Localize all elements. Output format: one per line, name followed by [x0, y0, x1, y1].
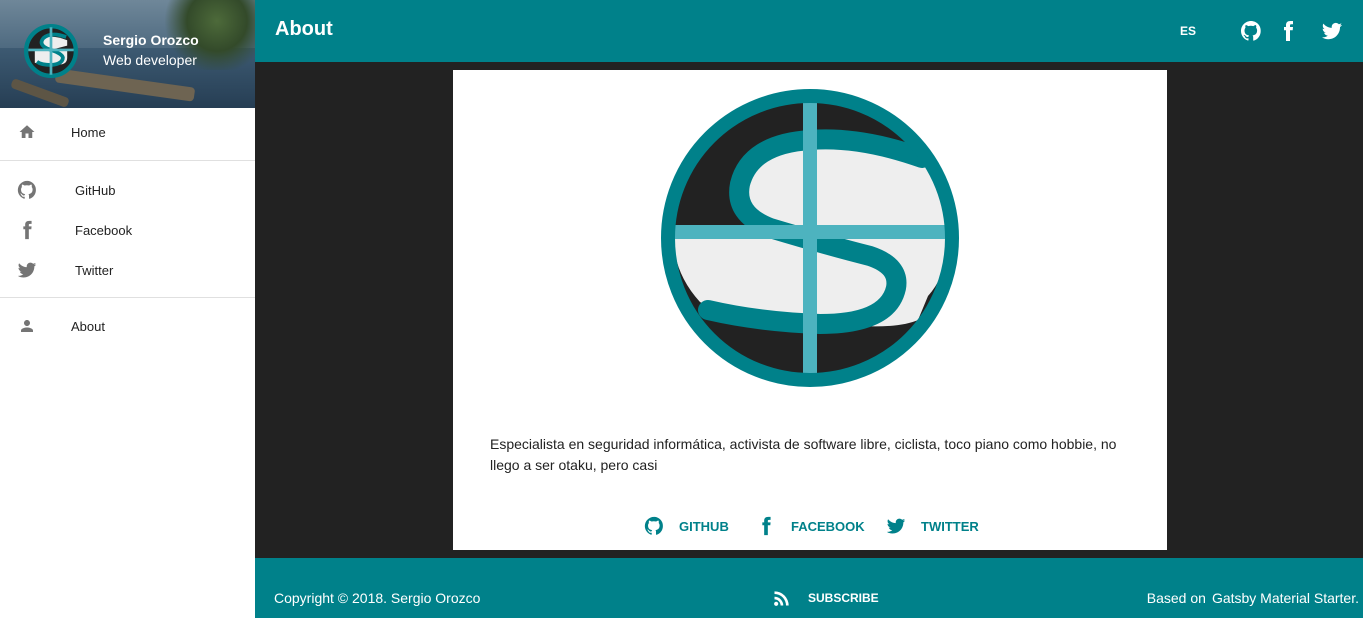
- bio-text: Especialista en seguridad informática, a…: [490, 436, 1117, 473]
- twitter-icon[interactable]: [1320, 19, 1344, 43]
- facebook-icon[interactable]: [1276, 19, 1300, 43]
- page-title: About: [275, 18, 333, 40]
- sidebar-item-github[interactable]: GitHub: [0, 170, 255, 210]
- about-card: Especialista en seguridad informática, a…: [453, 70, 1167, 550]
- copyright-text: Copyright © 2018. Sergio Orozco: [274, 590, 481, 606]
- person-icon: [16, 315, 38, 337]
- facebook-icon: [16, 219, 38, 241]
- social-links: GITHUB FACEBOOK TWITTER: [453, 514, 1167, 538]
- sidebar: Sergio Orozco Web developer Home GitHub …: [0, 0, 255, 618]
- top-app-bar: About ES: [255, 0, 1363, 62]
- home-icon: [16, 121, 38, 143]
- sidebar-item-label: About: [71, 318, 105, 334]
- sidebar-item-label: Facebook: [75, 222, 133, 238]
- github-icon[interactable]: [1239, 19, 1263, 43]
- facebook-link[interactable]: FACEBOOK: [755, 514, 865, 538]
- sidebar-divider: [0, 297, 255, 298]
- facebook-link-label: FACEBOOK: [791, 518, 865, 534]
- sidebar-item-facebook[interactable]: Facebook: [0, 210, 255, 250]
- twitter-icon: [16, 259, 38, 281]
- rss-icon: [774, 591, 789, 606]
- sidebar-item-home[interactable]: Home: [0, 112, 255, 152]
- based-on-prefix: Based on: [1146, 590, 1206, 606]
- sidebar-item-label: Home: [71, 124, 106, 140]
- language-toggle[interactable]: ES: [1180, 24, 1196, 38]
- github-icon: [16, 179, 38, 201]
- footer: Copyright © 2018. Sergio Orozco SUBSCRIB…: [255, 558, 1363, 618]
- subscribe-label: SUBSCRIBE: [808, 591, 879, 605]
- gatsby-material-starter-link[interactable]: Gatsby Material Starter.: [1212, 590, 1359, 606]
- facebook-icon: [762, 516, 771, 536]
- sidebar-divider: [0, 160, 255, 161]
- twitter-icon: [886, 518, 906, 534]
- sidebar-item-about[interactable]: About: [0, 306, 255, 346]
- github-link[interactable]: GITHUB: [643, 514, 729, 538]
- sidebar-item-label: GitHub: [75, 182, 116, 198]
- based-on-text: Based on Gatsby Material Starter.: [1147, 590, 1359, 606]
- sidebar-header: Sergio Orozco Web developer: [0, 0, 255, 108]
- profile-role: Web developer: [103, 52, 197, 68]
- subscribe-button[interactable]: SUBSCRIBE: [772, 588, 879, 608]
- avatar[interactable]: [24, 24, 78, 78]
- s-logo-icon: [661, 89, 959, 387]
- sidebar-item-twitter[interactable]: Twitter: [0, 250, 255, 290]
- sidebar-item-label: Twitter: [75, 262, 114, 278]
- github-link-label: GITHUB: [679, 518, 729, 534]
- twitter-link[interactable]: TWITTER: [885, 514, 979, 538]
- github-icon: [644, 516, 663, 535]
- twitter-link-label: TWITTER: [921, 518, 979, 534]
- profile-name: Sergio Orozco: [103, 32, 199, 48]
